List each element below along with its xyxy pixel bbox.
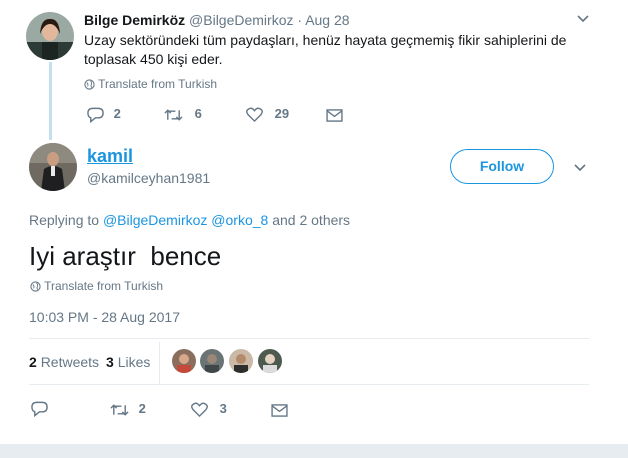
retweet-button[interactable]: 6 xyxy=(164,106,202,122)
retweet-count: 2 xyxy=(138,401,146,416)
liker-avatar[interactable] xyxy=(258,349,282,373)
tweet-text: Uzay sektöründeki tüm paydaşları, henüz … xyxy=(84,31,566,69)
reply-button[interactable] xyxy=(31,400,48,417)
separator: · xyxy=(297,12,303,28)
divider xyxy=(29,384,589,385)
translate-label: Translate from Turkish xyxy=(44,279,164,293)
retweets-count: 2 xyxy=(29,354,37,370)
likes-label: Likes xyxy=(117,354,151,370)
mention-link[interactable]: @orko_8 xyxy=(211,212,268,228)
retweet-icon xyxy=(164,108,183,121)
footer-bar xyxy=(0,444,628,458)
author-name[interactable]: kamil xyxy=(87,146,133,167)
retweet-button[interactable]: 2 xyxy=(110,401,146,417)
chevron-down-icon[interactable] xyxy=(576,14,590,24)
replying-others[interactable]: and 2 others xyxy=(272,212,350,228)
chevron-down-icon[interactable] xyxy=(573,163,587,173)
like-button[interactable]: 3 xyxy=(191,401,227,418)
divider xyxy=(29,338,589,339)
translate-link[interactable]: Translate from Turkish xyxy=(30,279,163,293)
tweet-header: Bilge Demirköz @BilgeDemirkoz · Aug 28 xyxy=(84,12,350,28)
likes-stat[interactable]: 3 Likes xyxy=(106,354,150,370)
direct-message-button[interactable] xyxy=(271,402,288,417)
liker-avatar[interactable] xyxy=(172,349,196,373)
reply-button[interactable]: 2 xyxy=(87,106,121,123)
reply-count: 2 xyxy=(113,106,121,121)
globe-icon xyxy=(84,79,95,90)
translate-label: Translate from Turkish xyxy=(98,77,218,91)
retweet-icon xyxy=(110,403,129,416)
tweet-date[interactable]: Aug 28 xyxy=(305,12,349,28)
author-handle[interactable]: @kamilceyhan1981 xyxy=(87,170,210,186)
direct-message-button[interactable] xyxy=(326,107,343,122)
tweet-text: Iyi araştır bence xyxy=(29,241,222,271)
like-button[interactable]: 29 xyxy=(246,106,290,123)
likes-count: 3 xyxy=(106,354,114,370)
envelope-icon xyxy=(326,109,343,122)
follow-button[interactable]: Follow xyxy=(450,149,554,184)
globe-icon xyxy=(30,281,41,292)
heart-icon xyxy=(246,107,263,123)
reply-icon xyxy=(31,401,48,417)
avatar[interactable] xyxy=(29,143,77,191)
liker-avatar[interactable] xyxy=(200,349,224,373)
mention-link[interactable]: @BilgeDemirkoz xyxy=(103,212,207,228)
author-name[interactable]: Bilge Demirköz xyxy=(84,12,185,28)
stats-divider xyxy=(159,342,160,384)
reply-icon xyxy=(87,107,104,123)
replying-to: Replying to @BilgeDemirkoz @orko_8 and 2… xyxy=(29,212,350,228)
like-count: 29 xyxy=(274,106,290,121)
liker-avatar[interactable] xyxy=(229,349,253,373)
tweet-text-line: toplasak 450 kişi eder. xyxy=(84,51,223,67)
author-handle[interactable]: @BilgeDemirkoz xyxy=(189,12,293,28)
retweet-count: 6 xyxy=(194,106,202,121)
replying-prefix: Replying to xyxy=(29,212,100,228)
retweets-label: Retweets xyxy=(40,354,100,370)
translate-link[interactable]: Translate from Turkish xyxy=(84,77,217,91)
avatar[interactable] xyxy=(26,12,74,60)
retweets-stat[interactable]: 2 Retweets xyxy=(29,354,99,370)
tweet-timestamp[interactable]: 10:03 PM - 28 Aug 2017 xyxy=(29,309,180,325)
like-count: 3 xyxy=(219,401,227,416)
envelope-icon xyxy=(271,404,288,417)
heart-icon xyxy=(191,402,208,418)
thread-connector-line xyxy=(49,62,52,140)
tweet-text-line: Uzay sektöründeki tüm paydaşları, henüz … xyxy=(84,32,567,48)
